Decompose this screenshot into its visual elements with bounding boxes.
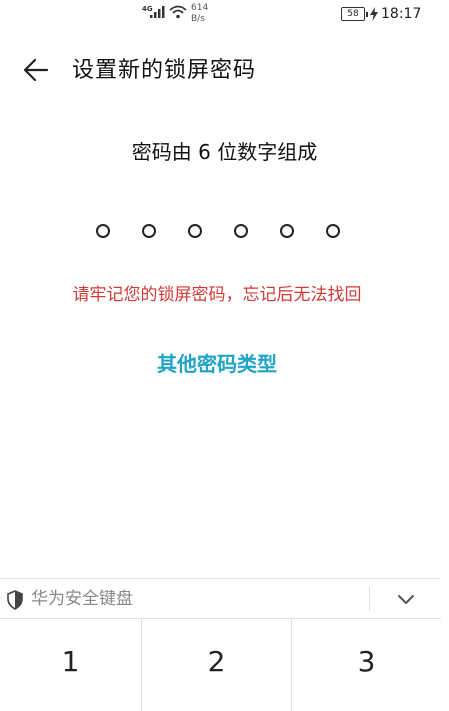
shield-icon <box>7 590 23 610</box>
key-3[interactable]: 3 <box>292 619 441 711</box>
lock-password-screen: 4G 614 B/s 58 18:17 设置新的锁屏密码 密码由 6 位数字组成… <box>0 0 449 711</box>
status-bar: 4G 614 B/s 58 18:17 <box>0 0 449 30</box>
wifi-icon <box>169 5 187 19</box>
pin-dot <box>234 224 248 238</box>
chevron-down-icon[interactable] <box>396 591 416 607</box>
key-2[interactable]: 2 <box>142 619 292 711</box>
other-password-type-link[interactable]: 其他密码类型 <box>0 350 434 378</box>
pin-indicator[interactable] <box>96 224 346 240</box>
keyboard-title: 华为安全键盘 <box>31 589 133 609</box>
network-speed-unit: B/s <box>191 14 205 24</box>
network-speed: 614 B/s <box>191 3 208 25</box>
signal-icon <box>150 6 165 18</box>
pin-dot <box>188 224 202 238</box>
pin-dot <box>142 224 156 238</box>
keyboard-header-divider <box>369 587 370 611</box>
pin-dot <box>326 224 340 238</box>
battery-level: 58 <box>341 7 368 21</box>
numeric-keypad: 1 2 3 <box>0 618 441 711</box>
keyboard-header: 华为安全键盘 <box>0 578 441 619</box>
pin-dot <box>280 224 294 238</box>
back-arrow-icon[interactable] <box>22 56 50 84</box>
clock-time: 18:17 <box>381 6 422 22</box>
key-1[interactable]: 1 <box>0 619 142 711</box>
warning-text: 请牢记您的锁屏密码，忘记后无法找回 <box>72 285 362 305</box>
page-title: 设置新的锁屏密码 <box>72 58 257 83</box>
charging-icon <box>370 7 378 21</box>
pin-dot <box>96 224 110 238</box>
network-speed-value: 614 <box>191 3 209 13</box>
password-rule-text: 密码由 6 位数字组成 <box>131 140 318 164</box>
